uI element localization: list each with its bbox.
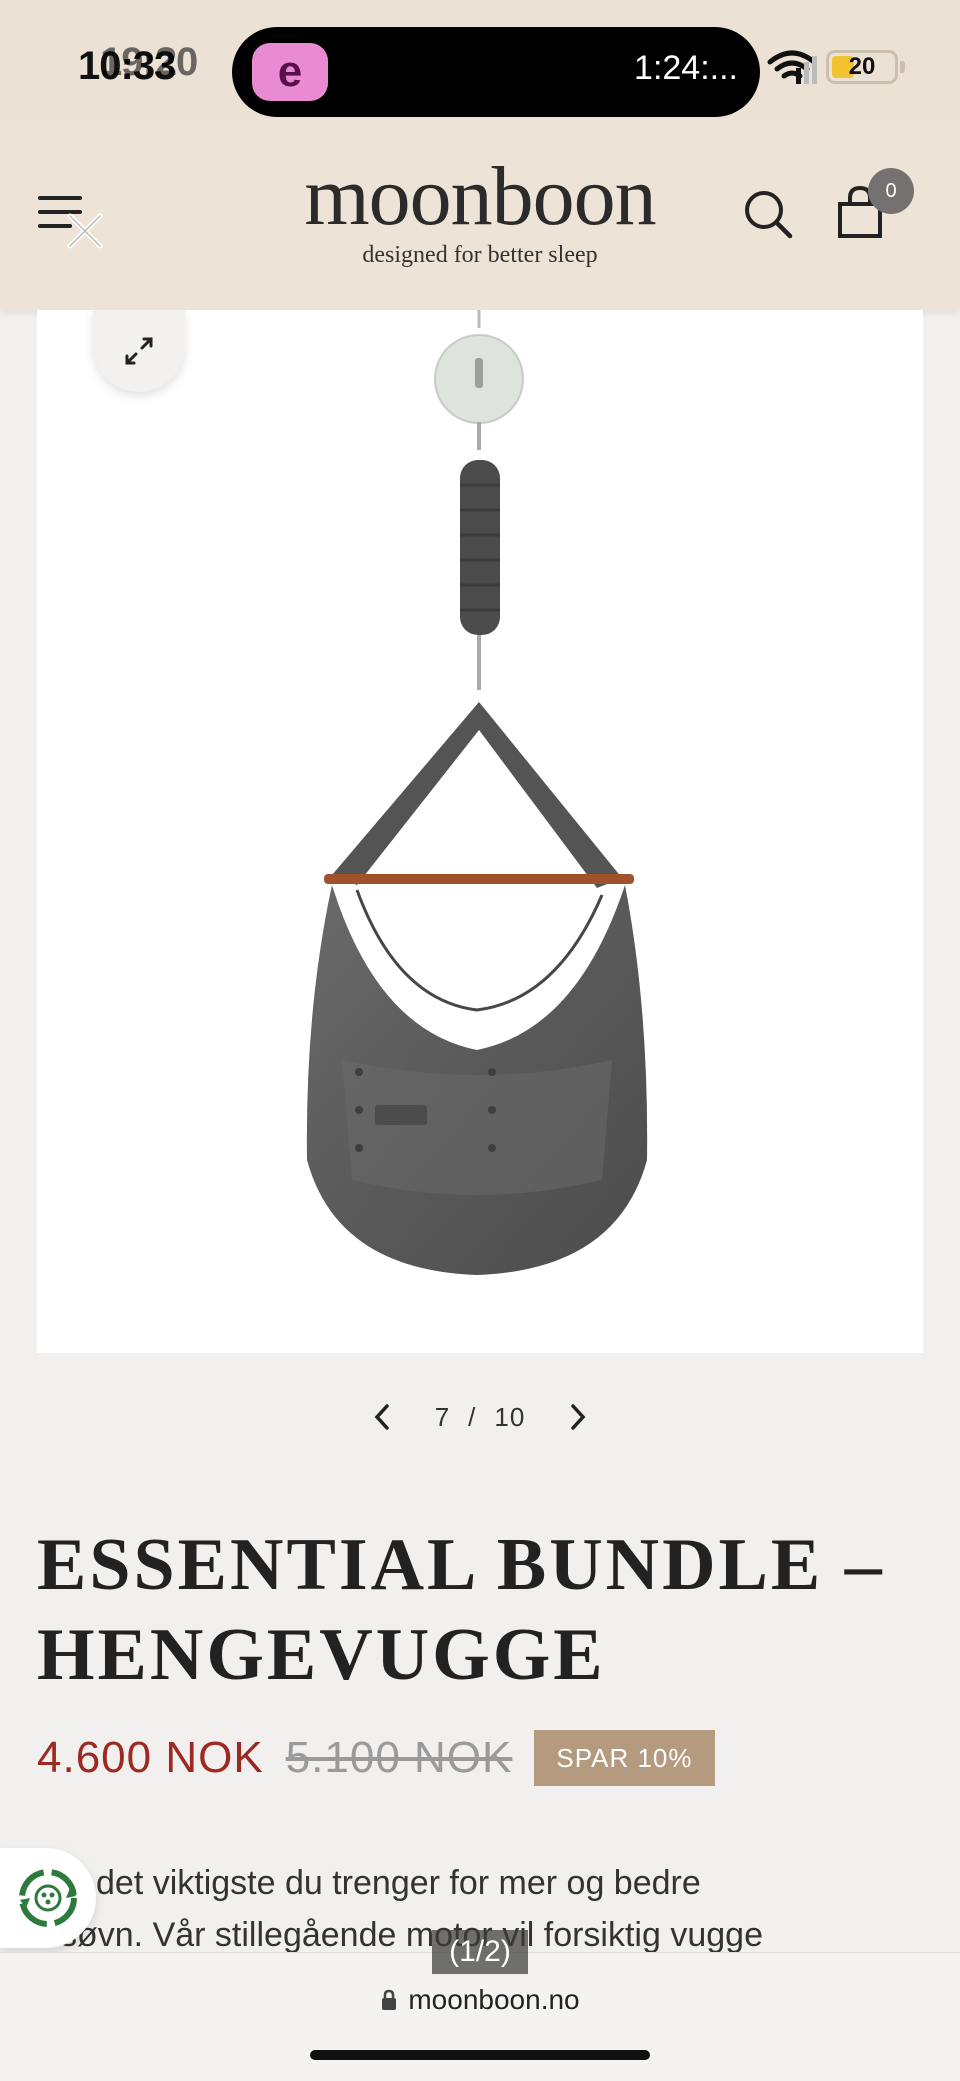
- site-logo[interactable]: moonboon: [292, 152, 668, 242]
- sale-price: 4.600 NOK: [37, 1733, 264, 1782]
- battery-tip: [900, 61, 905, 73]
- original-price: 5.100 NOK: [285, 1733, 513, 1782]
- battery-level: 20: [848, 53, 876, 80]
- cart-count-badge[interactable]: 0: [868, 168, 914, 214]
- total-slides: 10: [494, 1401, 526, 1432]
- home-indicator[interactable]: [310, 2050, 650, 2060]
- address-bar[interactable]: moonboon.no: [0, 1980, 960, 2020]
- slide-separator: /: [468, 1401, 477, 1432]
- dynamic-island[interactable]: e 1:24:...: [232, 27, 760, 117]
- chevron-right-icon[interactable]: [566, 1402, 590, 1432]
- current-slide: 7: [434, 1401, 451, 1432]
- product-description: det viktigste du trenger for mer og bedr…: [96, 1864, 701, 1902]
- price-row: 4.600 NOK 5.100 NOK SPAR 10%: [37, 1728, 715, 1788]
- product-image: [306, 310, 648, 1275]
- url-text: moonboon.no: [408, 1984, 580, 2015]
- island-timer: 1:24:...: [634, 49, 738, 87]
- chevron-left-icon[interactable]: [370, 1402, 394, 1432]
- discount-badge: SPAR 10%: [534, 1730, 715, 1786]
- slide-counter: 7 / 10: [435, 1402, 526, 1433]
- status-time-overlay: 19:20: [100, 40, 198, 84]
- recycle-leaf-icon: [19, 1869, 77, 1927]
- page-indicator: (1/2): [432, 1930, 528, 1974]
- wifi-icon: [767, 50, 817, 84]
- status-bar: 10:33 19:20 e 1:24:... 20: [0, 0, 960, 118]
- product-title: ESSENTIAL BUNDLE – HENGEVUGGE: [37, 1524, 885, 1696]
- battery-icon: 20: [826, 50, 898, 84]
- expand-icon: [125, 337, 153, 365]
- lock-icon: [382, 1989, 397, 2010]
- product-description-line2: søvn. Vår stillegående motor vil forsikt…: [60, 1916, 763, 1954]
- site-header: moonboon designed for better sleep 0: [0, 118, 960, 310]
- close-icon[interactable]: [62, 208, 108, 254]
- search-icon[interactable]: [740, 186, 796, 242]
- site-tagline: designed for better sleep: [362, 242, 598, 268]
- product-gallery[interactable]: [37, 310, 923, 1353]
- gallery-pager: 7 / 10: [370, 1392, 590, 1442]
- floating-badge[interactable]: [0, 1848, 96, 1948]
- island-app-icon: e: [252, 43, 328, 101]
